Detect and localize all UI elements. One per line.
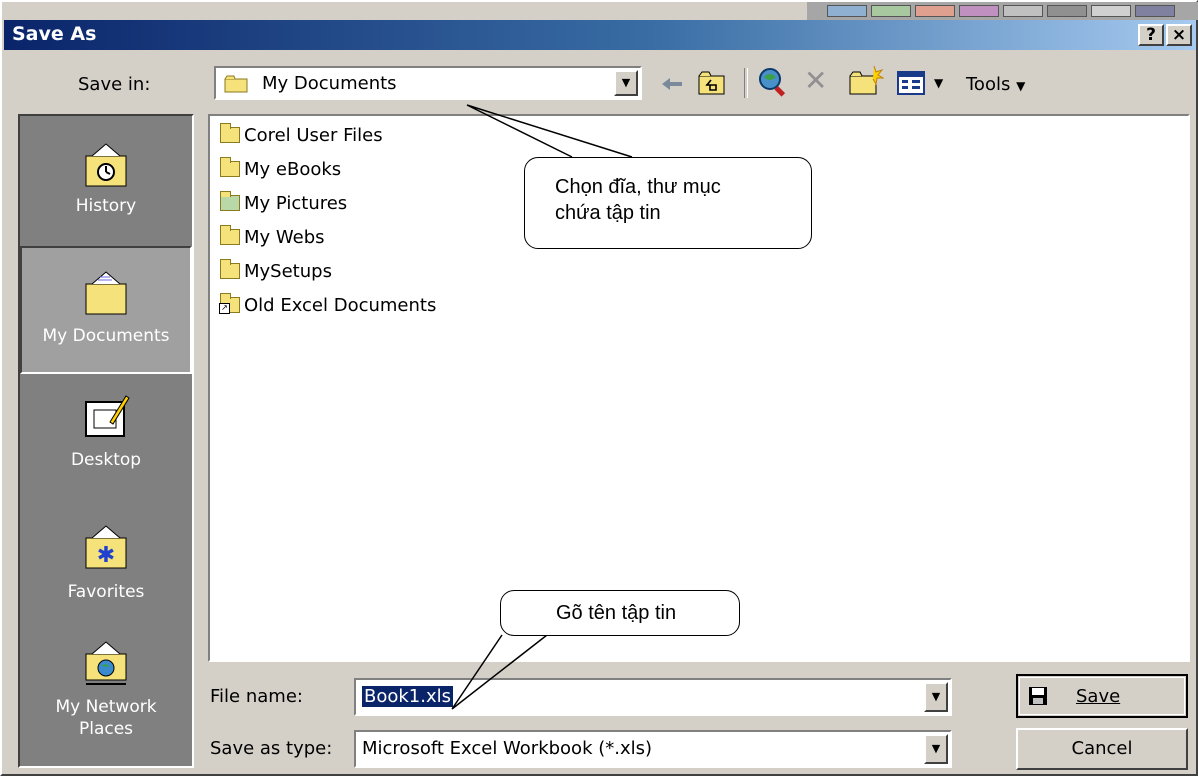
callout-filename-text: Gõ tên tập tin — [556, 602, 677, 624]
cancel-button[interactable]: Cancel — [1016, 728, 1188, 770]
file-name-label: File name: — [210, 686, 303, 707]
save-in-combo[interactable]: My Documents ▼ — [214, 66, 642, 100]
file-name: My Pictures — [244, 192, 348, 214]
folder-icon — [220, 259, 240, 279]
folder-icon — [220, 225, 240, 245]
tools-menu[interactable]: Tools ▼ — [966, 74, 1025, 95]
callout-folder: Chọn đĩa, thư mục chứa tập tin — [524, 157, 812, 249]
chevron-down-icon[interactable]: ▼ — [614, 70, 638, 96]
place-label: My Documents — [42, 326, 170, 346]
save-button-label: Save — [1076, 686, 1121, 707]
views-dropdown-icon[interactable]: ▼ — [934, 76, 943, 90]
list-item[interactable]: My Webs — [220, 224, 325, 250]
search-web-icon[interactable] — [756, 66, 790, 98]
folder-icon — [224, 75, 248, 93]
background-toolbar-strip — [807, 2, 1198, 20]
close-button[interactable]: × — [1166, 24, 1192, 46]
callout-folder-line2: chứa tập tin — [555, 202, 661, 224]
save-type-label: Save as type: — [210, 738, 333, 759]
tools-label: Tools — [966, 74, 1011, 95]
chevron-down-icon[interactable]: ▼ — [924, 734, 948, 764]
place-label: History — [75, 196, 137, 216]
toolbar-separator — [744, 68, 748, 98]
history-icon — [82, 142, 130, 190]
places-bar: History My Documents Desktop ✱ Favorites… — [18, 114, 194, 768]
favorites-icon: ✱ — [82, 524, 130, 572]
place-label: My Network Places — [55, 697, 157, 739]
place-label: Desktop — [70, 450, 142, 470]
save-button[interactable]: Save — [1016, 674, 1188, 718]
chevron-down-icon[interactable]: ▼ — [924, 682, 948, 712]
callout-pointer — [451, 634, 548, 710]
place-network[interactable]: My Network Places — [20, 636, 192, 766]
list-item[interactable]: My eBooks — [220, 156, 341, 182]
my-documents-icon — [82, 270, 130, 318]
file-name: My Webs — [244, 226, 325, 248]
callout-filename: Gõ tên tập tin — [500, 590, 740, 636]
place-desktop[interactable]: Desktop — [20, 384, 192, 504]
file-name: MySetups — [244, 260, 332, 282]
save-in-label: Save in: — [78, 74, 151, 95]
place-history[interactable]: History — [20, 128, 192, 248]
place-label: Favorites — [67, 582, 145, 602]
place-my-documents[interactable]: My Documents — [20, 246, 192, 374]
help-button[interactable]: ? — [1138, 24, 1164, 46]
folder-icon — [220, 123, 240, 143]
folder-icon — [220, 157, 240, 177]
file-name: My eBooks — [244, 158, 342, 180]
views-icon[interactable] — [896, 68, 928, 98]
list-item[interactable]: My Pictures — [220, 190, 347, 216]
svg-text:✱: ✱ — [97, 543, 115, 568]
list-item[interactable]: Corel User Files — [220, 122, 383, 148]
up-folder-icon[interactable] — [696, 68, 728, 98]
file-name: Old Excel Documents — [244, 294, 437, 316]
folder-shortcut-icon: ↗ — [219, 293, 240, 314]
tools-dropdown-icon: ▼ — [1016, 79, 1026, 93]
callout-folder-line1: Chọn đĩa, thư mục — [555, 176, 721, 198]
delete-icon[interactable]: ✕ — [804, 66, 834, 98]
new-folder-icon[interactable] — [848, 64, 885, 98]
list-item[interactable]: MySetups — [220, 258, 332, 284]
save-type-select[interactable]: Microsoft Excel Workbook (*.xls) ▼ — [354, 730, 952, 768]
floppy-disk-icon — [1028, 686, 1048, 706]
desktop-icon — [82, 392, 130, 440]
pictures-folder-icon — [220, 191, 240, 211]
save-as-dialog: Save As ? × Save in: My Documents ▼ ✕ ▼ … — [0, 0, 1198, 776]
title-bar[interactable]: Save As ? × — [4, 20, 1196, 50]
file-name: Corel User Files — [244, 124, 383, 146]
list-item[interactable]: ↗ Old Excel Documents — [219, 292, 437, 318]
back-icon[interactable] — [658, 70, 688, 98]
save-type-value: Microsoft Excel Workbook (*.xls) — [362, 738, 653, 759]
place-favorites[interactable]: ✱ Favorites — [20, 512, 192, 632]
network-places-icon — [82, 640, 130, 688]
save-in-value: My Documents — [262, 73, 397, 94]
file-name-value: Book1.xls — [362, 686, 454, 707]
window-title: Save As — [12, 23, 97, 45]
